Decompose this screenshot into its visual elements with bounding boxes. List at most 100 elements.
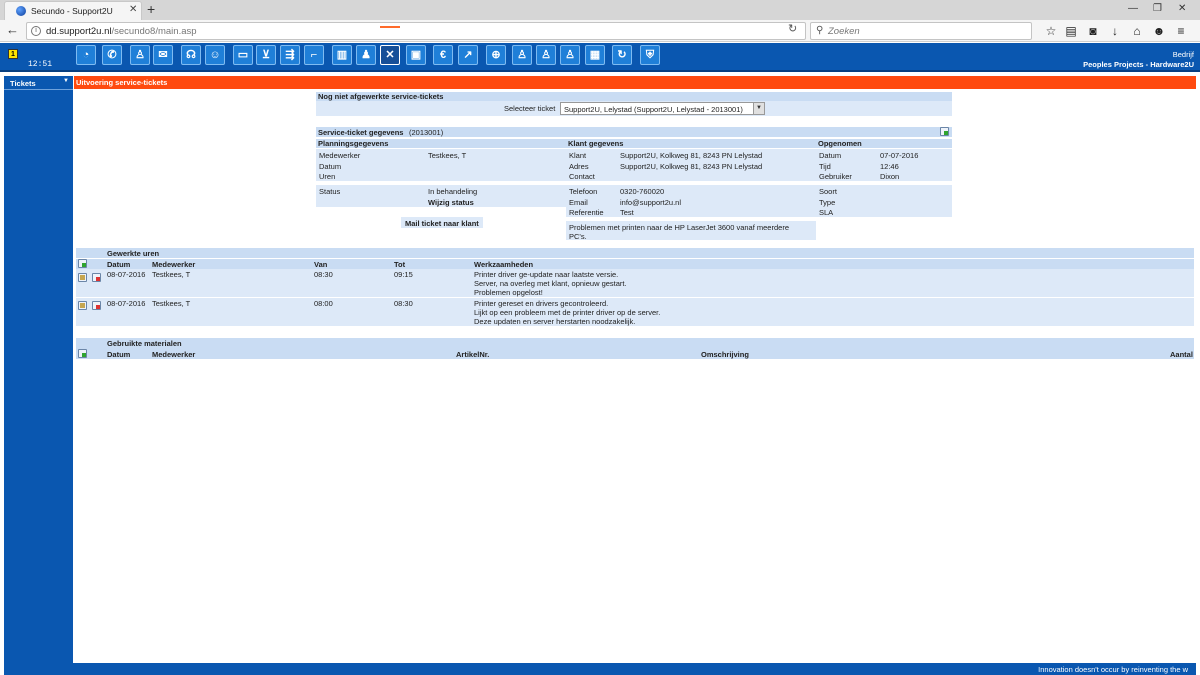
new-tab-button[interactable]: + xyxy=(147,1,155,17)
klant-heading: Klant gegevens xyxy=(568,139,624,148)
restore-icon[interactable]: ❐ xyxy=(1153,3,1162,14)
sync-icon[interactable]: ↻ xyxy=(612,45,632,65)
sidebar: Tickets ▼ xyxy=(4,76,73,663)
chevron-down-icon[interactable]: ▼ xyxy=(753,103,764,114)
pending-heading: Nog niet afgewerkte service-tickets xyxy=(318,92,444,101)
mail-ticket-button[interactable]: Mail ticket naar klant xyxy=(401,217,483,228)
user-list-icon[interactable]: ♙ xyxy=(560,45,580,65)
change-status-link[interactable]: Wijzig status xyxy=(428,198,474,207)
uren-label: Uren xyxy=(319,172,336,181)
mat-col-artikelnr: ArtikelNr. xyxy=(456,350,490,359)
row-van: 08:30 xyxy=(314,270,333,279)
home-icon[interactable]: ⌂ xyxy=(1130,24,1144,38)
telefoon-value: 0320-760020 xyxy=(620,187,665,196)
app-header: 1 12:51 ◔ ✆ ♙ ✉ ☊ ☺ ▭ ⊻ ⇶ ⌐ ▥ ♟ ✕ ▣ € ↗ ⊕ ♙ ♙ ♙ ▦ ↻ ⛨ Bedrijf … xyxy=(0,43,1200,72)
globe-icon[interactable]: ⊕ xyxy=(486,45,506,65)
row-werk-line2: Server, na overleg met klant, opnieuw ge… xyxy=(474,279,627,288)
active-module-indicator xyxy=(380,26,400,28)
delete-icon[interactable] xyxy=(92,273,101,282)
briefcase-icon[interactable]: ▭ xyxy=(233,45,253,65)
support-agent-icon[interactable]: ☺ xyxy=(205,45,225,65)
user-board-icon[interactable]: ♙ xyxy=(512,45,532,65)
edit-icon[interactable] xyxy=(78,301,87,310)
company-label: Bedrijf xyxy=(1172,50,1194,59)
headset-icon[interactable]: ☊ xyxy=(181,45,201,65)
mat-col-medewerker: Medewerker xyxy=(152,350,196,359)
team-icon[interactable]: ♟ xyxy=(356,45,376,65)
tools-icon[interactable]: ✕ xyxy=(380,45,400,65)
tijd-value: 12:46 xyxy=(880,162,899,171)
ticket-number: (2013001) xyxy=(409,128,444,137)
book-icon[interactable]: ▥ xyxy=(332,45,352,65)
download-icon[interactable]: ↓ xyxy=(1108,24,1122,38)
user-card-icon[interactable]: ♙ xyxy=(536,45,556,65)
menu-icon[interactable]: ≡ xyxy=(1174,24,1188,38)
add-hours-icon[interactable] xyxy=(78,259,87,268)
edit-icon[interactable] xyxy=(78,273,87,282)
planning-heading: Planningsgegevens xyxy=(318,139,389,148)
pocket-icon[interactable]: ◙ xyxy=(1086,24,1100,38)
close-window-icon[interactable]: ✕ xyxy=(1178,3,1186,14)
materialen-column-header xyxy=(76,348,1194,359)
cart-icon[interactable]: ⊻ xyxy=(256,45,276,65)
reload-icon[interactable]: ↻ xyxy=(788,22,797,35)
email-value[interactable]: info@support2u.nl xyxy=(620,198,681,207)
type-label: Type xyxy=(819,198,836,207)
calendar-icon[interactable]: ▦ xyxy=(585,45,605,65)
bookmark-star-icon[interactable]: ☆ xyxy=(1044,24,1058,38)
row-van: 08:00 xyxy=(314,299,333,308)
uren-heading: Gewerkte uren xyxy=(107,249,160,258)
opgenomen-heading: Opgenomen xyxy=(818,139,862,148)
growth-chart-icon[interactable]: ↗ xyxy=(458,45,478,65)
mail-icon[interactable]: ✉ xyxy=(153,45,173,65)
materialen-section-header xyxy=(76,338,1194,348)
minimize-icon[interactable]: — xyxy=(1128,3,1138,14)
search-placeholder: Zoeken xyxy=(828,26,860,37)
row-medewerker: Testkees, T xyxy=(152,270,191,279)
klant-value: Support2U, Kolkweg 81, 8243 PN Lelystad xyxy=(620,151,763,160)
ticket-heading: Service-ticket gegevens xyxy=(318,128,404,137)
status-label: Status xyxy=(319,187,341,196)
tab-close-icon[interactable]: ✕ xyxy=(129,4,137,15)
phone-icon[interactable]: ✆ xyxy=(102,45,122,65)
address-bar[interactable]: i dd.support2u.nl/secundo8/main.asp xyxy=(26,22,806,40)
col-tot: Tot xyxy=(394,260,406,269)
contacts-icon[interactable]: ♙ xyxy=(130,45,150,65)
ticket-select[interactable]: Support2U, Lelystad (Support2U, Lelystad… xyxy=(560,102,765,115)
info-icon[interactable]: i xyxy=(31,26,41,36)
page-title: Uitvoering service-tickets xyxy=(76,78,168,87)
url-text: dd.support2u.nl/secundo8/main.asp xyxy=(46,26,197,37)
select-ticket-label: Selecteer ticket xyxy=(504,104,556,113)
chevron-down-icon: ▼ xyxy=(63,78,69,84)
site-favicon-icon xyxy=(16,6,26,16)
tijd-label: Tijd xyxy=(819,162,831,171)
row-werk-line2: Lijkt op een probleem met de printer dri… xyxy=(474,308,661,317)
gebruiker-value: Dixon xyxy=(880,172,900,181)
sidebar-item-tickets[interactable]: Tickets ▼ xyxy=(4,76,73,90)
dashboard-icon[interactable]: ◔ xyxy=(76,45,96,65)
account-icon[interactable]: ☻ xyxy=(1152,24,1166,38)
omschrijving-line1: Problemen met printen naar de HP LaserJe… xyxy=(569,223,789,232)
back-arrow-icon[interactable]: ← xyxy=(6,22,22,38)
search-ticket-icon[interactable] xyxy=(940,127,949,136)
delete-icon[interactable] xyxy=(92,301,101,310)
address-card-icon[interactable]: ▣ xyxy=(406,45,426,65)
row-werk-line1: Printer driver ge-update naar laatste ve… xyxy=(474,270,619,279)
boots-icon[interactable]: ⌐ xyxy=(304,45,324,65)
browser-tab[interactable]: Secundo - Support2U ✕ xyxy=(4,1,142,20)
notification-badge[interactable]: 1 xyxy=(8,49,18,59)
reading-list-icon[interactable]: ▤ xyxy=(1064,24,1078,38)
delivery-icon[interactable]: ⇶ xyxy=(280,45,300,65)
search-input[interactable]: ⚲ Zoeken xyxy=(810,22,1032,40)
row-medewerker: Testkees, T xyxy=(152,299,191,308)
col-van: Van xyxy=(314,260,328,269)
contact-label: Contact xyxy=(569,172,595,181)
medewerker-label: Medewerker xyxy=(319,151,361,160)
adres-value: Support2U, Kolkweg 81, 8243 PN Lelystad xyxy=(620,162,763,171)
klant-label: Klant xyxy=(569,151,587,160)
add-material-icon[interactable] xyxy=(78,349,87,358)
page-header: Uitvoering service-tickets xyxy=(74,76,1196,89)
euro-icon[interactable]: € xyxy=(433,45,453,65)
status-value: In behandeling xyxy=(428,187,478,196)
shield-icon[interactable]: ⛨ xyxy=(640,45,660,65)
